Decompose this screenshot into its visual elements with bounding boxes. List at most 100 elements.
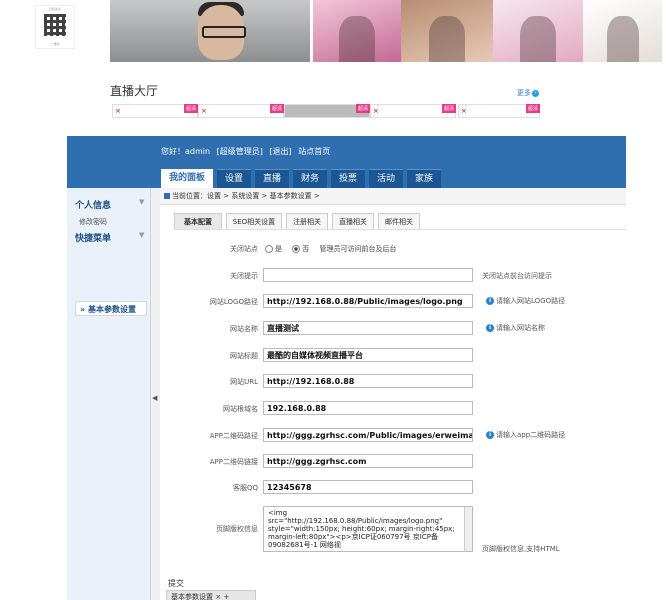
sidebar-section-label: 个人信息 [75,201,112,211]
room-card[interactable]: × 超清 [198,104,284,118]
field-label: 网站URL [230,378,258,386]
app-qr-hint: i 请输入app二维码路径 [486,430,565,440]
tab-family[interactable]: 家族 [407,169,441,189]
site-name-hint: i 请输入网站名称 [486,323,545,333]
info-icon: i [486,324,494,332]
footer-copyright-text: <img src="http://192.168.0.88/Public/ima… [268,509,455,549]
room-card[interactable]: × 超清 [112,104,198,118]
hd-badge: 超清 [183,104,198,113]
sidebar-section-shortcuts[interactable]: 快捷菜单 ▼ [75,231,144,244]
site-url-input[interactable]: http://192.168.0.88 [263,374,473,388]
sidebar-section-profile[interactable]: 个人信息 ▼ [75,198,144,211]
qr-code: 扫码关注 二维码 [35,5,75,49]
collapse-sidebar-icon[interactable]: ◀ [152,394,157,402]
radio-yes-label: 是 [275,245,282,253]
field-label: 网站名称 [230,325,258,333]
tab-finance[interactable]: 财务 [293,169,327,189]
site-name-input[interactable]: 直播测试 [263,321,473,335]
more-link[interactable]: 更多 › [517,88,539,98]
hd-badge: 超清 [441,104,456,113]
room-card[interactable]: × 超清 [370,104,456,118]
admin-header: 您好！admin [超级管理员] [退出] 站点首页 我的面板 设置 直播 财务… [67,136,626,189]
tab-basic-config[interactable]: 基本配置 [174,213,222,229]
room-card[interactable]: 超清 [284,104,370,118]
field-label: 关闭站点 [230,245,258,253]
welcome-bar: 您好！admin [超级管理员] [退出] 站点首页 [161,146,334,157]
qr-code-icon [44,14,66,36]
field-label: 客服QQ [232,484,258,492]
logo-path-input[interactable]: http://192.168.0.88/Public/images/logo.p… [263,294,473,308]
root-domain-input[interactable]: 192.168.0.88 [263,401,473,415]
app-qr-link-input[interactable]: http://ggg.zgrhsc.com [263,454,473,468]
admin-panel: 您好！admin [超级管理员] [退出] 站点首页 我的面板 设置 直播 财务… [67,136,626,600]
stream-thumb[interactable] [401,0,493,62]
tab-register[interactable]: 注册相关 [286,213,328,229]
qq-input[interactable]: 12345678 [263,480,473,494]
logo-hint: i 请输入网站LOGO路径 [486,296,565,306]
radio-no[interactable] [292,245,301,253]
sidebar-item-basic-settings[interactable]: » 基本参数设置 [75,301,147,316]
field-label: 网站根域名 [223,405,258,413]
breadcrumb-text: 当前位置：设置 > 系统设置 > 基本参数设置 > [172,192,320,200]
tab-activity[interactable]: 活动 [369,169,403,189]
submit-button[interactable]: 提交 [168,578,184,589]
info-icon: i [486,297,494,305]
hd-badge: 超清 [269,104,284,113]
radio-yes[interactable] [265,245,273,253]
stream-thumb[interactable] [583,0,662,62]
tab-live-settings[interactable]: 直播相关 [332,213,374,229]
tab-mail[interactable]: 邮件相关 [378,213,420,229]
close-tip-input[interactable] [263,268,473,282]
field-label: 网站标题 [230,352,258,360]
room-card[interactable]: × 超清 [458,104,540,118]
broken-image-icon: × [201,107,207,115]
footer-hint: 页脚版权信息,支持HTML [482,545,560,553]
radio-no-label: 否 [302,245,310,253]
tab-live[interactable]: 直播 [255,169,289,189]
settings-form: 关闭站点 是 否 管理员可访问前台及后台 关闭提示 关闭站点前台访问提示 网站L… [174,229,626,600]
sidebar-item-change-password[interactable]: 修改密码 [79,217,107,227]
broken-image-icon: × [115,107,121,115]
tab-seo[interactable]: SEO相关设置 [226,213,282,229]
chevron-down-icon: ▼ [139,198,145,206]
site-home-link[interactable]: 站点首页 [298,147,330,156]
hint-text: 请输入app二维码路径 [496,431,566,439]
site-title-input[interactable]: 最酷的自媒体视频直播平台 [263,348,473,362]
hint-text: 请输入网站LOGO路径 [496,297,566,305]
arrow-right-icon: » [80,305,88,314]
broken-image-icon: × [461,107,467,115]
breadcrumb: 当前位置：设置 > 系统设置 > 基本参数设置 > [160,188,626,205]
tab-settings[interactable]: 设置 [217,169,251,189]
arrow-right-icon: › [532,89,539,97]
hint-text: 请输入网站名称 [496,324,545,332]
qr-caption: 扫码关注 [48,7,61,11]
hd-badge: 超清 [525,104,540,113]
broken-image-icon: × [373,107,379,115]
app-qr-path-input[interactable]: http://ggg.zgrhsc.com/Public/images/erwe… [263,428,473,442]
more-label: 更多 [517,89,531,97]
sidebar-section-label: 快捷菜单 [75,234,112,244]
stream-thumbnails [110,0,662,62]
stream-thumb[interactable] [313,0,401,62]
bottom-tab-basic-settings[interactable]: 基本参数设置 × + [166,590,256,600]
chevron-down-icon: ▼ [139,231,145,239]
info-icon: i [486,431,494,439]
home-icon [164,193,170,199]
stream-thumb-main[interactable] [110,0,310,62]
stream-thumb[interactable] [493,0,583,62]
field-label: APP二维码链接 [209,458,258,466]
textarea-scrollbar[interactable] [464,507,472,551]
field-label: 关闭提示 [230,272,258,280]
logout-link[interactable]: [退出] [269,147,291,156]
field-label: 网站LOGO路径 [209,298,258,306]
role-label: [超级管理员] [216,147,263,156]
qr-sub: 二维码 [50,42,60,46]
footer-copyright-textarea[interactable]: <img src="http://192.168.0.88/Public/ima… [263,506,473,552]
hd-badge: 超清 [355,104,370,113]
tab-my-panel[interactable]: 我的面板 [161,169,213,188]
close-tip-hint: 关闭站点前台访问提示 [482,272,552,280]
sidebar: 个人信息 ▼ 修改密码 快捷菜单 ▼ » 基本参数设置 [67,188,151,600]
tab-vote[interactable]: 投票 [331,169,365,189]
close-site-radios: 是 否 管理员可访问前台及后台 [263,244,396,254]
main-content: 当前位置：设置 > 系统设置 > 基本参数设置 > 基本配置 SEO相关设置 注… [160,188,626,600]
